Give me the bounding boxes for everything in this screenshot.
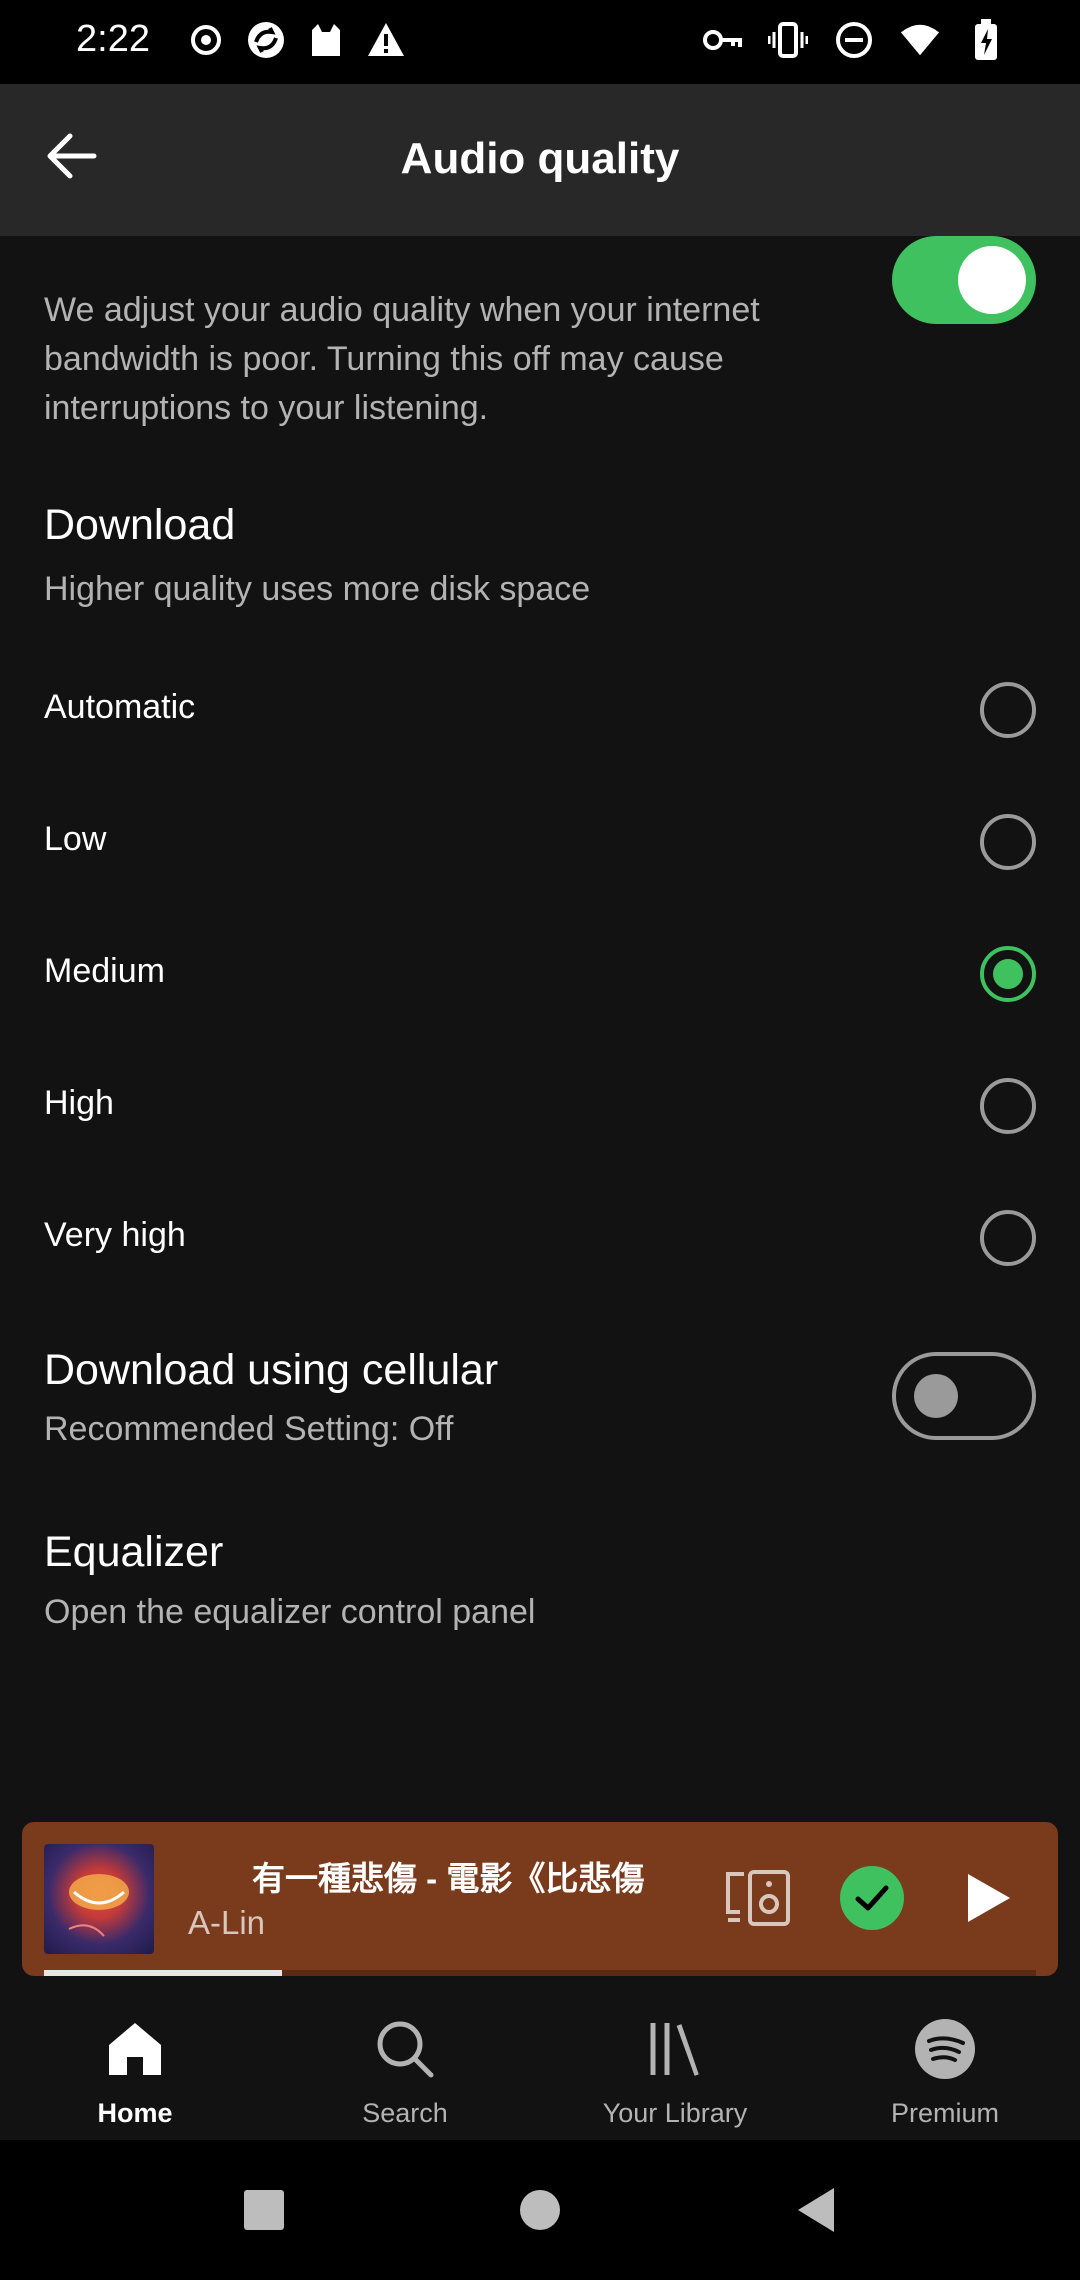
equalizer-title[interactable]: Equalizer: [44, 1528, 223, 1577]
key-icon: [702, 20, 742, 60]
bottom-nav: Home Search Your Library Premium: [0, 1990, 1080, 2140]
track-title: 有一種悲傷 - 電影《比悲傷: [252, 1860, 645, 1897]
cellular-toggle[interactable]: [892, 1352, 1036, 1440]
play-button[interactable]: [952, 1862, 1024, 1934]
track-artist: A-Lin: [188, 1904, 266, 1941]
nav-label: Your Library: [602, 2098, 748, 2128]
nav-label: Search: [362, 2098, 448, 2128]
library-icon: [640, 2014, 710, 2084]
playback-progress: [44, 1970, 1036, 1976]
download-option-high[interactable]: High: [0, 1040, 1080, 1172]
status-icons-left: [186, 20, 406, 60]
connect-devices-button[interactable]: [722, 1862, 794, 1934]
status-time: 2:22: [76, 18, 150, 60]
download-option-medium[interactable]: Medium: [0, 908, 1080, 1040]
album-art: [44, 1844, 154, 1954]
radio-very-high[interactable]: [980, 1210, 1036, 1266]
radio-high[interactable]: [980, 1078, 1036, 1134]
equalizer-subtitle[interactable]: Open the equalizer control panel: [44, 1593, 535, 1632]
nav-item-search[interactable]: Search: [270, 1990, 540, 2140]
radio-automatic[interactable]: [980, 682, 1036, 738]
status-icons-right: [702, 19, 1006, 60]
wifi-icon: [900, 20, 940, 60]
vibrate-icon: [768, 20, 808, 60]
cat-icon: [306, 20, 346, 60]
home-icon: [100, 2014, 170, 2084]
nav-label: Home: [97, 2098, 173, 2128]
record-icon: [186, 20, 226, 60]
option-label: Low: [44, 820, 107, 858]
download-title: Download: [44, 501, 236, 549]
square-icon: [244, 2190, 284, 2230]
toggle-knob: [914, 1374, 958, 1418]
search-icon: [370, 2014, 440, 2084]
option-label: Very high: [44, 1216, 186, 1254]
dnd-icon: [834, 20, 874, 60]
nav-item-library[interactable]: Your Library: [540, 1990, 810, 2140]
recents-button[interactable]: [234, 2180, 294, 2240]
triangle-back-icon: [798, 2188, 834, 2232]
play-icon: [968, 1874, 1010, 1922]
auto-adjust-description: We adjust your audio quality when your i…: [44, 291, 760, 427]
battery-charging-icon: [966, 19, 1006, 60]
home-system-button[interactable]: [510, 2180, 570, 2240]
system-nav-bar: [0, 2140, 1080, 2280]
app-header: Audio quality: [0, 84, 1080, 236]
playback-progress-fill: [44, 1970, 283, 1976]
download-option-low[interactable]: Low: [0, 776, 1080, 908]
radio-low[interactable]: [980, 814, 1036, 870]
page-title: Audio quality: [400, 134, 680, 183]
download-option-automatic[interactable]: Automatic: [0, 644, 1080, 776]
cellular-title: Download using cellular: [44, 1346, 499, 1394]
nav-item-home[interactable]: Home: [0, 1990, 270, 2140]
nav-label: Premium: [890, 2098, 999, 2128]
toggle-knob: [958, 246, 1026, 314]
status-bar: 2:22: [0, 0, 1080, 84]
download-option-very-high[interactable]: Very high: [0, 1172, 1080, 1304]
circle-icon: [520, 2190, 560, 2230]
radio-selected-dot: [993, 959, 1023, 989]
back-system-button[interactable]: [786, 2180, 846, 2240]
radio-medium[interactable]: [980, 946, 1036, 1002]
warning-icon: [366, 20, 406, 60]
spotify-icon: [910, 2014, 980, 2084]
liked-button[interactable]: [840, 1866, 904, 1930]
option-label: Automatic: [44, 688, 196, 726]
sync-icon: [246, 20, 286, 60]
cellular-subtitle: Recommended Setting: Off: [44, 1410, 454, 1448]
download-subtitle: Higher quality uses more disk space: [44, 570, 591, 608]
mini-player[interactable]: 有一種悲傷 - 電影《比悲傷 A-Lin: [22, 1822, 1058, 1976]
auto-adjust-toggle[interactable]: [892, 236, 1036, 324]
option-label: Medium: [44, 952, 165, 990]
nav-item-premium[interactable]: Premium: [810, 1990, 1080, 2140]
option-label: High: [44, 1084, 114, 1122]
devices-icon: [726, 1870, 790, 1926]
check-icon: [855, 1885, 889, 1911]
